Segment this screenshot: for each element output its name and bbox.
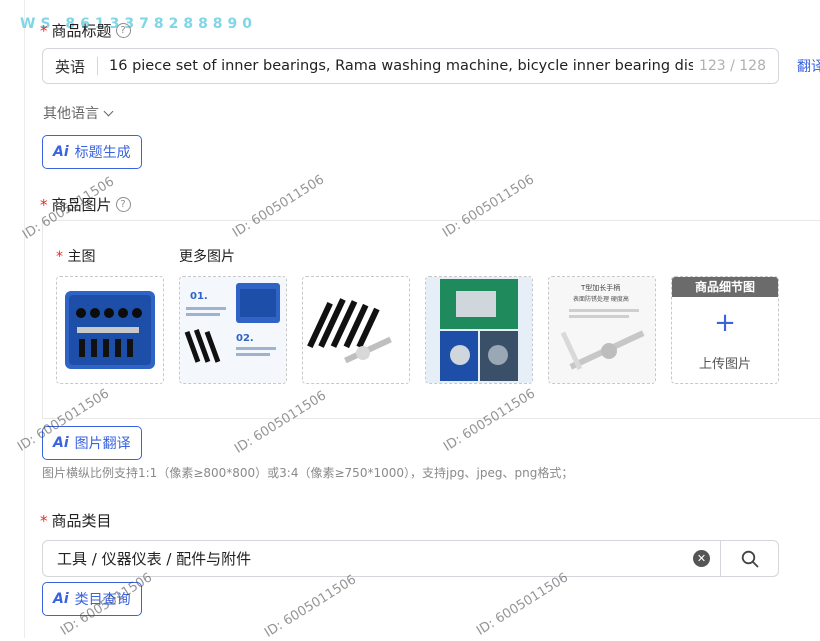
category-query-button[interactable]: Ai 类目查询 <box>42 582 142 616</box>
category-input-box[interactable]: 工具 / 仪器仪表 / 配件与附件 ✕ <box>42 540 779 577</box>
generate-title-label: 标题生成 <box>74 145 131 161</box>
required-asterisk: * <box>40 511 48 530</box>
other-languages-toggle[interactable]: 其他语言 <box>43 103 114 123</box>
ai-icon: Ai <box>53 591 69 607</box>
category-input[interactable]: 工具 / 仪器仪表 / 配件与附件 <box>43 548 693 569</box>
title-input-box[interactable]: 英语 16 piece set of inner bearings, Rama … <box>42 48 779 84</box>
id-watermark: ID: 6005011506 <box>262 572 360 641</box>
bearing-case-image <box>57 277 163 383</box>
tools-image <box>303 277 409 383</box>
translate-images-button[interactable]: Ai 图片翻译 <box>42 426 142 460</box>
language-label[interactable]: 英语 <box>43 56 97 77</box>
upload-label: 上传图片 <box>698 357 751 372</box>
ai-icon: Ai <box>53 435 69 451</box>
id-watermark: ID: 6005011506 <box>474 570 572 639</box>
product-image-main[interactable] <box>56 276 164 384</box>
product-image-5[interactable]: T型加长手柄 表面防锈处理 硬度高 <box>548 276 656 384</box>
required-asterisk: * <box>40 21 48 40</box>
category-label-row: * 商品类目 <box>40 510 112 531</box>
main-image-label-row: * 主图 <box>56 246 95 266</box>
other-languages-label: 其他语言 <box>43 106 99 122</box>
search-button[interactable] <box>721 541 778 577</box>
required-asterisk: * <box>56 249 63 265</box>
detail-image-badge: 商品细节图 <box>672 277 778 297</box>
t-handle-subtitle: 表面防锈处理 硬度高 <box>573 296 629 303</box>
step-two-text: 02. <box>236 333 254 344</box>
product-image-2[interactable]: 01. 02. <box>179 276 287 384</box>
more-images-label: 更多图片 <box>179 249 235 265</box>
product-image-3[interactable] <box>302 276 410 384</box>
title-label: 商品标题 <box>51 22 112 40</box>
main-image-label: 主图 <box>67 249 96 265</box>
title-input[interactable]: 16 piece set of inner bearings, Rama was… <box>98 58 693 74</box>
char-counter: 123 / 128 <box>698 58 766 74</box>
search-icon <box>741 550 758 567</box>
generate-title-button[interactable]: Ai 标题生成 <box>42 135 142 169</box>
translate-images-label: 图片翻译 <box>74 436 131 452</box>
required-asterisk: * <box>40 195 48 214</box>
image-format-hint: 图片横纵比例支持1:1（像素≥800*800）或3:4（像素≥750*1000）… <box>42 466 574 480</box>
help-icon[interactable]: ? <box>115 23 131 38</box>
chevron-down-icon <box>103 106 114 116</box>
category-query-label: 类目查询 <box>74 592 131 608</box>
help-icon[interactable]: ? <box>115 197 131 212</box>
product-image-4[interactable] <box>425 276 533 384</box>
images-label: 商品图片 <box>51 196 112 214</box>
clear-icon[interactable]: ✕ <box>693 550 710 567</box>
usage-photo-image <box>426 277 532 383</box>
step-one-text: 01. <box>190 291 208 302</box>
ai-icon: Ai <box>53 144 69 160</box>
category-label: 商品类目 <box>51 512 112 530</box>
translate-link[interactable]: 翻译 <box>797 56 820 76</box>
title-label-row: * 商品标题 ? <box>40 20 131 41</box>
upload-image-card[interactable]: 商品细节图 + 上传图片 <box>671 276 779 384</box>
left-divider <box>24 0 25 638</box>
images-label-row: * 商品图片 ? <box>40 194 131 215</box>
t-handle-title: T型加长手柄 <box>581 284 621 292</box>
plus-icon: + <box>714 308 736 338</box>
